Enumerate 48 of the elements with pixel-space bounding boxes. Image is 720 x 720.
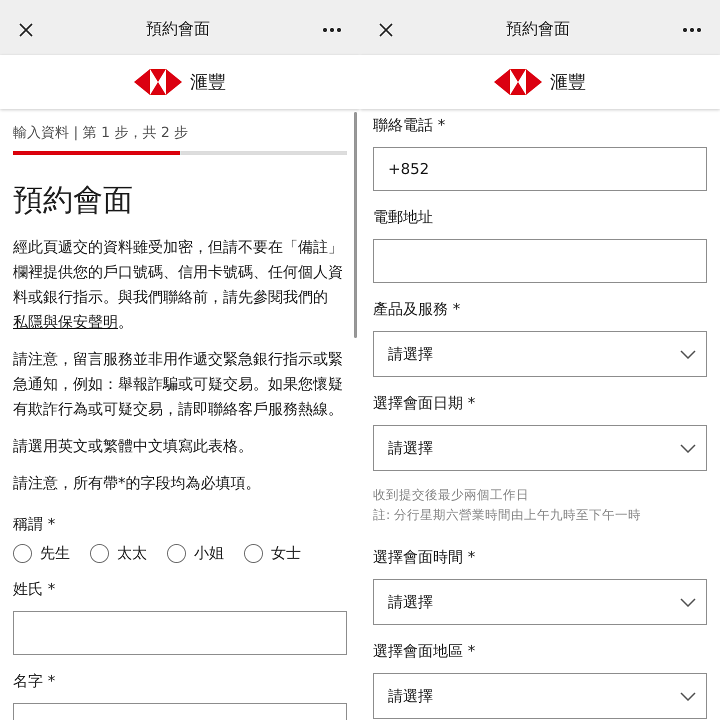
hexagon-logo-icon — [134, 69, 182, 95]
field-label: 名字 * — [13, 671, 56, 692]
field-label: 稱謂 * — [13, 514, 56, 535]
brand-name: 滙豐 — [190, 71, 226, 94]
hexagon-logo-icon — [494, 69, 542, 95]
step-indicator: 輸入資料 | 第 1 步，共 2 步 — [13, 124, 190, 143]
notice-text: 經此頁遞交的資料雖受加密，但請不要在「備註」欄裡提供您的戶口號碼、信用卡號碼、任何個人資料或銀行指示。與我們聯絡前，請先參閱我們的 私隱與保安聲明。 — [13, 237, 344, 333]
scrollbar[interactable] — [354, 112, 357, 338]
select-field[interactable]: 請選擇 — [373, 331, 707, 377]
page-title: 預約會面 — [146, 19, 210, 40]
radio-option[interactable]: 太太 — [90, 544, 147, 563]
select-field[interactable]: 請選擇 — [373, 425, 707, 471]
more-icon — [322, 26, 342, 32]
chevron-down-icon — [680, 350, 696, 358]
field-label: 選擇會面時間 * — [373, 547, 476, 568]
text-field[interactable] — [13, 611, 347, 655]
radio-button[interactable] — [167, 544, 186, 563]
radio-option[interactable]: 小姐 — [167, 544, 224, 563]
notice-text: 請注意，所有帶*的字段均為必填項。 — [13, 473, 262, 494]
chevron-down-icon — [680, 692, 696, 700]
privacy-link[interactable]: 私隱與保安聲明 — [13, 313, 118, 331]
radio-button[interactable] — [244, 544, 263, 563]
hint-text: 收到提交後最少兩個工作日 — [373, 486, 530, 504]
select-field[interactable]: 請選擇 — [373, 673, 707, 719]
field-label: 產品及服務 * — [373, 299, 462, 320]
text-field[interactable] — [373, 239, 707, 283]
radio-option[interactable]: 先生 — [13, 544, 70, 563]
field-label: 電郵地址 — [373, 207, 434, 228]
close-icon — [18, 22, 34, 38]
radio-option[interactable]: 女士 — [244, 544, 301, 563]
radio-button[interactable] — [90, 544, 109, 563]
notice-text: 請選用英文或繁體中文填寫此表格。 — [13, 436, 254, 457]
chevron-down-icon — [680, 598, 696, 606]
field-label: 選擇會面日期 * — [373, 393, 476, 414]
radio-button[interactable] — [13, 544, 32, 563]
field-label: 姓氏 * — [13, 579, 56, 600]
text-field[interactable]: +852 — [373, 147, 707, 191]
chevron-down-icon — [680, 444, 696, 452]
field-label: 選擇會面地區 * — [373, 641, 476, 662]
field-label: 聯絡電話 * — [373, 115, 446, 136]
page-title: 預約會面 — [506, 19, 570, 40]
hint-text: 註: 分行星期六營業時間由上午九時至下午一時 — [373, 506, 642, 524]
select-field[interactable]: 請選擇 — [373, 579, 707, 625]
page-heading: 預約會面 — [13, 182, 134, 220]
brand-name: 滙豐 — [550, 71, 586, 94]
close-icon — [378, 22, 394, 38]
more-icon — [682, 26, 702, 32]
notice-text: 請注意，留言服務並非用作遞交緊急銀行指示或緊急通知，例如：舉報詐騙或可疑交易。如果您懷疑有欺詐行為或可疑交易，請即聯絡客戶服務熱線。 — [13, 349, 344, 420]
